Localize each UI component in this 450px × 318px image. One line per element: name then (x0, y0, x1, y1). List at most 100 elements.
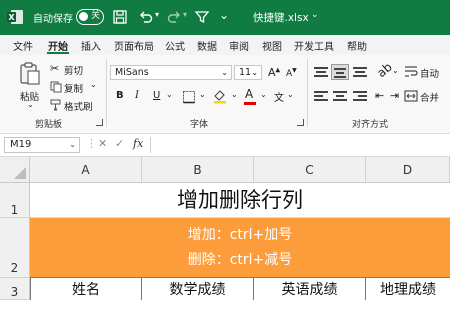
merge-center-label[interactable]: 合并 (420, 90, 439, 104)
chevron-down-icon[interactable]: ⌄ (311, 10, 319, 20)
chevron-down-icon: ⌄ (221, 68, 228, 77)
tab-insert[interactable]: 插入 (81, 38, 101, 53)
font-size-select[interactable]: 11 ⌄ (234, 65, 262, 80)
copy-dropdown-icon[interactable]: ⌄ (90, 80, 97, 89)
border-dropdown-icon[interactable]: ⌄ (199, 90, 206, 99)
column-header-a[interactable]: A (30, 157, 142, 183)
autosave-label: 自动保存 (33, 14, 73, 25)
tab-review[interactable]: 审阅 (229, 38, 249, 53)
tab-help[interactable]: 帮助 (347, 38, 367, 53)
align-right-icon[interactable] (353, 90, 367, 102)
table-header-cell[interactable]: 英语成绩 (254, 278, 366, 300)
chevron-down-icon: ⌄ (69, 140, 76, 149)
font-color-dropdown-icon[interactable]: ⌄ (260, 90, 267, 99)
indent-increase-icon[interactable]: ⇥ (390, 89, 399, 102)
font-color-icon[interactable]: A (245, 87, 253, 101)
orientation-dropdown-icon[interactable]: ⌄ (392, 66, 399, 75)
shortcut-cell[interactable]: 增加：ctrl+加号 删除：ctrl+减号 (30, 218, 450, 278)
svg-text:X: X (8, 13, 15, 22)
font-color-bar (244, 102, 256, 105)
increase-font-icon[interactable]: A▲ (268, 66, 280, 79)
column-header-c[interactable]: C (254, 157, 366, 183)
font-size-value: 11 (239, 67, 252, 78)
copy-icon[interactable] (50, 81, 62, 93)
cut-label[interactable]: 剪切 (64, 63, 83, 77)
more-dots-icon: ⋮ (86, 137, 97, 150)
select-all-corner[interactable] (0, 157, 30, 183)
name-box[interactable]: M19 ⌄ (4, 137, 80, 153)
chevron-down-icon: ⌄ (251, 68, 258, 77)
underline-dropdown-icon[interactable]: ⌄ (166, 90, 173, 99)
excel-icon[interactable]: X (6, 9, 24, 25)
filter-icon[interactable] (194, 9, 210, 25)
tab-page-layout[interactable]: 页面布局 (114, 38, 154, 53)
table-header-cell[interactable]: 数学成绩 (142, 278, 254, 300)
tab-home[interactable]: 开始 (48, 38, 68, 53)
column-header-d[interactable]: D (366, 157, 450, 183)
font-group-label: 字体 (190, 120, 209, 130)
fill-color-dropdown-icon[interactable]: ⌄ (231, 90, 238, 99)
redo-icon[interactable] (166, 9, 182, 25)
clipboard-launcher-icon[interactable] (96, 119, 103, 126)
tab-data[interactable]: 数据 (197, 38, 217, 53)
align-middle-icon[interactable] (331, 64, 349, 80)
tab-developer[interactable]: 开发工具 (294, 38, 334, 53)
ribbon: 粘贴 ⌄ ✂ 剪切 复制 ⌄ 格式刷 剪贴板 MiSans ⌄ 11 ⌄ A▲ … (0, 55, 450, 134)
alignment-group-label: 对齐方式 (352, 120, 389, 130)
undo-dropdown-icon[interactable]: ▾ (155, 10, 159, 19)
indent-decrease-icon[interactable]: ⇤ (375, 89, 384, 102)
paste-icon[interactable] (18, 61, 42, 87)
copy-label[interactable]: 复制 (64, 81, 83, 95)
align-bottom-icon[interactable] (353, 66, 367, 78)
column-header-b[interactable]: B (142, 157, 254, 183)
row-header-3[interactable]: 3 (0, 278, 30, 300)
format-painter-icon[interactable] (50, 99, 62, 111)
phonetic-dropdown-icon[interactable]: ⌄ (287, 90, 294, 99)
shortcut-add-text: 增加：ctrl+加号 (187, 227, 293, 243)
align-left-icon[interactable] (314, 90, 328, 102)
wrap-text-label[interactable]: 自动 (420, 66, 439, 80)
font-name-select[interactable]: MiSans ⌄ (110, 65, 232, 80)
align-center-icon[interactable] (333, 90, 347, 102)
cancel-icon[interactable]: ✕ (98, 137, 107, 150)
save-icon[interactable] (112, 9, 128, 25)
row-header-2[interactable]: 2 (0, 218, 30, 278)
border-icon[interactable] (182, 90, 196, 104)
group-divider (307, 59, 308, 127)
bold-icon[interactable]: B (116, 90, 124, 101)
table-header-cell[interactable]: 地理成绩 (366, 278, 450, 300)
decrease-font-icon[interactable]: A▼ (286, 67, 297, 79)
scissors-icon[interactable]: ✂ (50, 62, 59, 75)
format-painter-label[interactable]: 格式刷 (64, 99, 93, 113)
font-name-value: MiSans (115, 67, 149, 78)
sheet-grid: A B C D 1 2 3 增加删除行列 增加：ctrl+加号 删除：ctrl+… (0, 157, 450, 300)
paste-dropdown-icon[interactable]: ⌄ (27, 100, 34, 109)
fill-color-icon[interactable] (212, 88, 228, 104)
redo-dropdown-icon[interactable]: ▾ (183, 10, 187, 19)
tab-file[interactable]: 文件 (13, 38, 33, 53)
row-header-1[interactable]: 1 (0, 183, 30, 218)
title-cell[interactable]: 增加删除行列 (30, 183, 450, 218)
align-top-icon[interactable] (314, 66, 328, 78)
confirm-icon[interactable]: ✓ (115, 137, 124, 150)
table-header-cell[interactable]: 姓名 (30, 278, 142, 300)
formula-input[interactable] (150, 137, 450, 153)
formula-bar: M19 ⌄ ⋮ ✕ ✓ fx (0, 134, 450, 157)
autosave-toggle[interactable]: 关 (76, 9, 104, 25)
italic-icon[interactable]: I (135, 90, 139, 101)
tab-view[interactable]: 视图 (262, 38, 282, 53)
underline-icon[interactable]: U (153, 90, 160, 101)
autosave-state: 关 (91, 11, 101, 21)
merge-center-icon[interactable] (404, 89, 418, 103)
tab-formulas[interactable]: 公式 (165, 38, 185, 53)
phonetic-icon[interactable]: 文 (274, 89, 284, 104)
group-divider (106, 59, 107, 127)
insert-function-icon[interactable]: fx (133, 137, 143, 150)
font-launcher-icon[interactable] (297, 119, 304, 126)
title-bar: X 自动保存 关 ▾ ▾ ⌄ 快捷键.xlsx ⌄ (0, 0, 450, 35)
more-icon[interactable]: ⌄ (219, 8, 229, 22)
select-all-triangle-icon (14, 167, 26, 179)
undo-icon[interactable] (138, 9, 154, 25)
wrap-text-icon[interactable] (404, 65, 418, 79)
toggle-knob (79, 12, 88, 21)
